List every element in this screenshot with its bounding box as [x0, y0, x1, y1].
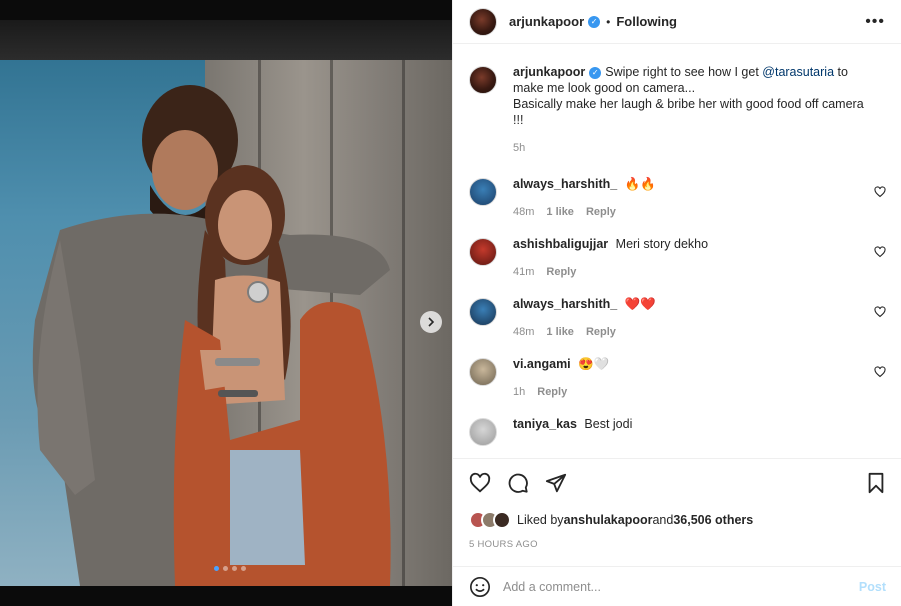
comment-time[interactable]: 48m — [513, 206, 534, 218]
comment-body: taniya_kas Best jodi — [513, 416, 873, 446]
heart-outline-icon[interactable] — [874, 186, 886, 198]
comment-item: ashishbaligujjar Meri story dekho 41m Re… — [469, 236, 886, 278]
comment-text: taniya_kas Best jodi — [513, 416, 873, 432]
comment-content: Meri story dekho — [615, 237, 709, 251]
comment-username[interactable]: always_harshith_ — [513, 177, 617, 191]
liker-avatar — [493, 511, 511, 529]
comment-avatar[interactable] — [469, 238, 497, 266]
comment-avatar[interactable] — [469, 298, 497, 326]
comment-avatar[interactable] — [469, 418, 497, 446]
caption-avatar[interactable] — [469, 66, 497, 94]
comment-meta: 48m 1 like Reply — [513, 206, 873, 218]
bookmark-icon[interactable] — [866, 472, 886, 494]
more-options-button[interactable]: ••• — [865, 13, 885, 31]
comment-content: 😍🤍 — [578, 357, 610, 371]
carousel-dot — [223, 566, 228, 571]
caption-mention-link[interactable]: @tarasutaria — [762, 65, 834, 79]
comment-meta: 41m Reply — [513, 266, 873, 278]
more-horizontal-icon: ••• — [865, 12, 885, 30]
liker-avatars — [469, 511, 511, 529]
comment-likes[interactable]: 1 like — [546, 326, 574, 338]
reply-button[interactable]: Reply — [546, 266, 576, 278]
likes-others-link[interactable]: 36,506 others — [673, 513, 753, 527]
comment-time[interactable]: 1h — [513, 386, 525, 398]
likes-and: and — [652, 513, 674, 527]
author-avatar[interactable] — [469, 7, 497, 36]
caption-body: arjunkapoor ✓ Swipe right to see how I get… — [513, 64, 873, 154]
post-actions: Liked by anshulakapoor and 36,506 others… — [453, 458, 901, 550]
caption-time[interactable]: 5h — [513, 142, 525, 154]
comment-content: Best jodi — [584, 417, 633, 431]
next-slide-button[interactable] — [420, 311, 442, 333]
comment-username[interactable]: ashishbaligujjar — [513, 237, 608, 251]
post-comment-button[interactable]: Post — [859, 580, 886, 594]
caption-meta: 5h — [513, 142, 873, 154]
comment-item: always_harshith_ ❤️❤️ 48m 1 like Reply — [469, 296, 886, 338]
photo-figures — [32, 85, 391, 586]
comment-text: ashishbaligujjar Meri story dekho — [513, 236, 873, 252]
comment-avatar[interactable] — [469, 178, 497, 206]
comment-text: always_harshith_ 🔥🔥 — [513, 176, 873, 192]
chevron-right-icon — [428, 317, 435, 327]
comment-content: 🔥🔥 — [624, 177, 656, 191]
heart-outline-icon[interactable] — [874, 306, 886, 318]
comment-body: vi.angami 😍🤍 1h Reply — [513, 356, 873, 398]
likes-summary: Liked by anshulakapoor and 36,506 others — [469, 511, 886, 529]
comment-bubble-icon[interactable] — [507, 472, 529, 494]
comment-item: always_harshith_ 🔥🔥 48m 1 like Reply — [469, 176, 886, 218]
comment-username[interactable]: always_harshith_ — [513, 297, 617, 311]
caption-text-part1: Swipe right to see how I get — [605, 65, 763, 79]
liked-by-username[interactable]: anshulakapoor — [564, 513, 653, 527]
heart-outline-icon[interactable] — [874, 366, 886, 378]
verified-badge-icon: ✓ — [589, 66, 602, 79]
reply-button[interactable]: Reply — [586, 206, 616, 218]
heart-outline-icon[interactable] — [874, 246, 886, 258]
comment-item: taniya_kas Best jodi — [469, 416, 886, 446]
carousel-indicator — [214, 566, 246, 571]
comment-avatar[interactable] — [469, 358, 497, 386]
post-photo[interactable] — [0, 20, 452, 586]
post-header: arjunkapoor ✓ • Following ••• — [453, 0, 901, 44]
comment-body: always_harshith_ ❤️❤️ 48m 1 like Reply — [513, 296, 873, 338]
caption-username[interactable]: arjunkapoor — [513, 65, 585, 79]
comment-body: always_harshith_ 🔥🔥 48m 1 like Reply — [513, 176, 873, 218]
following-button[interactable]: Following — [616, 14, 677, 29]
author-username[interactable]: arjunkapoor — [509, 14, 584, 29]
comment-text: always_harshith_ ❤️❤️ — [513, 296, 873, 312]
comment-time[interactable]: 48m — [513, 326, 534, 338]
header-separator: • — [606, 14, 611, 29]
comment-username[interactable]: taniya_kas — [513, 417, 577, 431]
caption: arjunkapoor ✓ Swipe right to see how I get… — [469, 64, 886, 154]
comment-content: ❤️❤️ — [624, 297, 656, 311]
emoji-smiley-icon[interactable] — [469, 576, 491, 598]
post-timestamp[interactable]: 5 HOURS AGO — [469, 539, 886, 550]
carousel-dot — [241, 566, 246, 571]
verified-badge-icon: ✓ — [588, 15, 601, 28]
comment-item: vi.angami 😍🤍 1h Reply — [469, 356, 886, 398]
caption-text: arjunkapoor ✓ Swipe right to see how I get… — [513, 64, 873, 128]
post-media — [0, 0, 452, 606]
comment-meta: 48m 1 like Reply — [513, 326, 873, 338]
post-side-panel: arjunkapoor ✓ • Following ••• arjunkapoo… — [452, 0, 901, 606]
add-comment-bar: Post — [453, 566, 901, 606]
carousel-dot — [232, 566, 237, 571]
reply-button[interactable]: Reply — [586, 326, 616, 338]
likes-prefix: Liked by — [517, 513, 564, 527]
caption-text-line2: Basically make her laugh & bribe her wit… — [513, 97, 864, 127]
comment-username[interactable]: vi.angami — [513, 357, 571, 371]
carousel-dot — [214, 566, 219, 571]
add-comment-input[interactable] — [503, 579, 859, 594]
comment-meta: 1h Reply — [513, 386, 873, 398]
reply-button[interactable]: Reply — [537, 386, 567, 398]
comment-text: vi.angami 😍🤍 — [513, 356, 873, 372]
like-heart-icon[interactable] — [469, 472, 491, 494]
action-icons-row — [469, 471, 886, 495]
comment-likes[interactable]: 1 like — [546, 206, 574, 218]
comment-body: ashishbaligujjar Meri story dekho 41m Re… — [513, 236, 873, 278]
comment-time[interactable]: 41m — [513, 266, 534, 278]
share-paper-plane-icon[interactable] — [545, 472, 567, 494]
comments-list[interactable]: arjunkapoor ✓ Swipe right to see how I get… — [453, 50, 901, 458]
